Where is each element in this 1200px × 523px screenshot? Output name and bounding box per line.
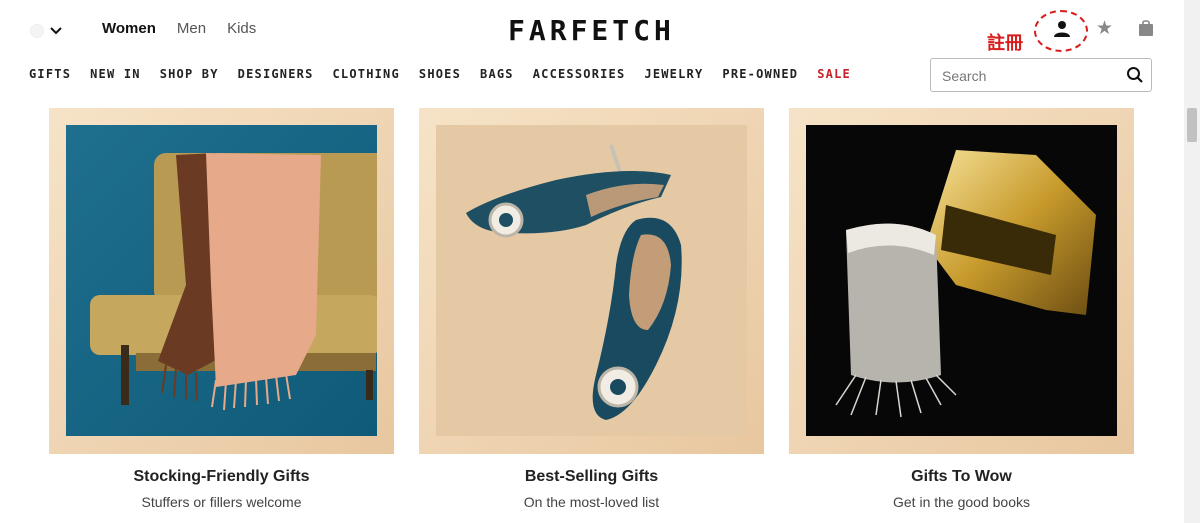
card-subtitle: On the most-loved list <box>523 494 660 510</box>
nav-clothing[interactable]: CLOTHING <box>333 67 400 81</box>
tab-men[interactable]: Men <box>177 20 206 37</box>
nav-gifts[interactable]: GIFTS <box>29 67 71 81</box>
shoes-image <box>436 125 747 436</box>
region-selector[interactable] <box>30 20 68 42</box>
gift-card-wow[interactable]: Gifts To Wow Get in the good books <box>789 108 1134 510</box>
bags-image <box>806 125 1117 436</box>
card-subtitle: Stuffers or fillers welcome <box>141 494 302 510</box>
tab-kids[interactable]: Kids <box>227 20 256 37</box>
gift-card-best-selling[interactable]: Best-Selling Gifts On the most-loved lis… <box>419 108 764 510</box>
search-box <box>930 58 1152 93</box>
card-subtitle: Get in the good books <box>893 494 1030 510</box>
card-frame <box>419 108 764 454</box>
bag-icon[interactable] <box>1138 19 1154 37</box>
scrollbar-track[interactable] <box>1184 0 1200 523</box>
search-input[interactable] <box>940 59 1124 93</box>
nav-designers[interactable]: DESIGNERS <box>238 67 314 81</box>
farfetch-logo[interactable]: FARFETCH <box>508 14 675 47</box>
tab-women[interactable]: Women <box>102 20 156 37</box>
flag-icon <box>30 24 44 38</box>
nav-shop-by[interactable]: SHOP BY <box>160 67 219 81</box>
card-title[interactable]: Best-Selling Gifts <box>419 468 764 486</box>
nav-sale[interactable]: SALE <box>817 67 851 81</box>
scrollbar-thumb[interactable] <box>1187 108 1197 142</box>
scarf-image <box>66 125 377 436</box>
card-frame <box>49 108 394 454</box>
star-icon[interactable]: ★ <box>1096 18 1113 40</box>
chevron-down-icon <box>50 27 62 35</box>
account-icon[interactable] <box>1051 18 1073 40</box>
nav-jewelry[interactable]: JEWELRY <box>644 67 703 81</box>
card-title[interactable]: Stocking-Friendly Gifts <box>49 468 394 486</box>
annotation-label: 註冊 <box>987 33 1023 54</box>
gender-tabs: Women Men Kids <box>102 20 256 37</box>
main-nav: GIFTS NEW IN SHOP BY DESIGNERS CLOTHING … <box>29 67 851 81</box>
gift-card-stocking[interactable]: Stocking-Friendly Gifts Stuffers or fill… <box>49 108 394 510</box>
nav-shoes[interactable]: SHOES <box>419 67 461 81</box>
nav-pre-owned[interactable]: PRE-OWNED <box>722 67 798 81</box>
card-frame <box>789 108 1134 454</box>
nav-new-in[interactable]: NEW IN <box>90 67 141 81</box>
search-icon[interactable] <box>1126 66 1144 84</box>
card-title[interactable]: Gifts To Wow <box>789 468 1134 486</box>
nav-accessories[interactable]: ACCESSORIES <box>533 67 626 81</box>
nav-bags[interactable]: BAGS <box>480 67 514 81</box>
